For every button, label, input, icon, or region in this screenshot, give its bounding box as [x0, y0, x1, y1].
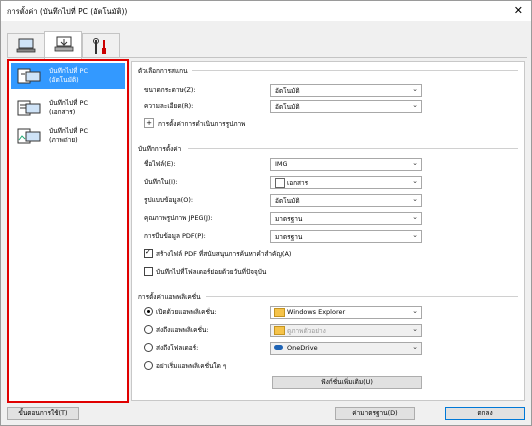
- onedrive-icon: [274, 345, 283, 350]
- jpeg-quality-label: คุณภาพรูปภาพ JPEG(J):: [144, 214, 213, 222]
- close-icon[interactable]: ✕: [514, 4, 523, 17]
- app-settings-heading: การตั้งค่าแอพพลิเคชั่น: [138, 293, 201, 301]
- chevron-down-icon: ⌄: [412, 85, 418, 93]
- data-format-label: รูปแบบข้อมูล(O):: [144, 196, 194, 204]
- jpeg-quality-select[interactable]: มาตรฐาน ⌄: [270, 212, 422, 225]
- section-divider: [192, 70, 518, 71]
- settings-window: การตั้งค่า (บันทึกไปที่ PC (อัตโนมัติ)) …: [0, 0, 532, 426]
- searchable-pdf-label: สร้างไฟล์ PDF ที่สนับสนุนการค้นหาคำสำคัญ…: [156, 250, 292, 258]
- open-with-app-value: Windows Explorer: [287, 308, 346, 316]
- document-icon: [275, 178, 285, 188]
- chevron-down-icon: ⌄: [412, 231, 418, 239]
- subfolder-date-checkbox[interactable]: [144, 267, 153, 276]
- defaults-button[interactable]: ค่ามาตรฐาน(D): [335, 407, 415, 420]
- resolution-label: ความละเอียด(R):: [144, 102, 194, 110]
- send-to-folder-label: ส่งถึงโฟลเดอร์:: [156, 344, 199, 352]
- ok-button[interactable]: ตกลง: [445, 407, 525, 420]
- tools-icon: [93, 38, 106, 54]
- sidebar-item-label: บันทึกไปที่ PC: [49, 127, 88, 135]
- chevron-down-icon: ⌄: [412, 159, 418, 167]
- pdf-compression-value: มาตรฐาน: [275, 233, 303, 241]
- pdf-compression-label: การบีบข้อมูล PDF(P):: [144, 232, 206, 240]
- filename-label: ชื่อไฟล์(E):: [144, 160, 176, 168]
- resolution-value: อัตโนมัติ: [275, 103, 300, 111]
- save-in-value: เอกสาร: [287, 179, 309, 187]
- send-to-app-radio[interactable]: [144, 325, 153, 334]
- tab-general-settings[interactable]: [82, 33, 120, 58]
- data-format-value: อัตโนมัติ: [275, 197, 300, 205]
- instructions-button[interactable]: ขั้นตอนการใช้(T): [7, 407, 79, 420]
- pdf-compression-select[interactable]: มาตรฐาน ⌄: [270, 230, 422, 243]
- sidebar-item-save-document[interactable]: บันทึกไปที่ PC (เอกสาร): [11, 95, 125, 121]
- sidebar-item-sublabel: (ภาพถ่าย): [49, 136, 78, 144]
- paper-size-label: ขนาดกระดาษ(Z):: [144, 86, 196, 94]
- sidebar-item-label: บันทึกไปที่ PC: [49, 99, 88, 107]
- paper-size-select[interactable]: อัตโนมัติ ⌄: [270, 84, 422, 97]
- chevron-down-icon: ⌄: [412, 195, 418, 203]
- chevron-down-icon: ⌄: [412, 177, 418, 185]
- save-settings-heading: บันทึกการตั้งค่า: [138, 145, 182, 153]
- send-to-folder-radio[interactable]: [144, 343, 153, 352]
- send-to-app-select[interactable]: ดูภาพตัวอย่าง ⌄: [270, 324, 422, 337]
- chevron-down-icon: ⌄: [412, 307, 418, 315]
- title-bar: การตั้งค่า (บันทึกไปที่ PC (อัตโนมัติ)) …: [1, 1, 531, 21]
- paper-size-value: อัตโนมัติ: [275, 87, 300, 95]
- chevron-down-icon: ⌄: [412, 343, 418, 351]
- scan-type-list: บันทึกไปที่ PC (อัตโนมัติ) บันทึกไปที่ P…: [7, 59, 129, 403]
- image-settings-label[interactable]: การตั้งค่าการดำเนินการรูปภาพ: [158, 119, 245, 129]
- save-to-pc-document-icon: [17, 100, 41, 116]
- scanner-to-computer-icon: [54, 36, 74, 52]
- open-with-app-label: เปิดด้วยแอพพลิเคชั่น:: [156, 308, 217, 316]
- section-divider: [188, 148, 518, 149]
- computer-icon: [16, 38, 36, 53]
- no-app-label: อย่าเริ่มแอพพลิเคชั่นใด ๆ: [156, 362, 227, 370]
- searchable-pdf-checkbox[interactable]: [144, 248, 153, 258]
- jpeg-quality-value: มาตรฐาน: [275, 215, 303, 223]
- scan-options-heading: ตัวเลือกการสแกน: [138, 67, 188, 75]
- open-with-app-radio[interactable]: [144, 307, 153, 316]
- sidebar-item-save-photo[interactable]: บันทึกไปที่ PC (ภาพถ่าย): [11, 123, 125, 149]
- filename-input[interactable]: IMG ⌄: [270, 158, 422, 171]
- chevron-down-icon: ⌄: [412, 213, 418, 221]
- folder-icon: [274, 308, 285, 317]
- send-to-folder-value: OneDrive: [287, 344, 318, 352]
- tab-scan-from-computer[interactable]: [7, 33, 45, 58]
- save-in-label: บันทึกใน(I):: [144, 178, 178, 186]
- chevron-down-icon: ⌄: [412, 325, 418, 333]
- save-in-select[interactable]: เอกสาร ⌄: [270, 176, 422, 189]
- open-with-app-select[interactable]: Windows Explorer ⌄: [270, 306, 422, 319]
- section-divider: [206, 296, 518, 297]
- no-app-radio[interactable]: [144, 361, 153, 370]
- window-title: การตั้งค่า (บันทึกไปที่ PC (อัตโนมัติ)): [7, 7, 128, 16]
- send-to-folder-select[interactable]: OneDrive ⌄: [270, 342, 422, 355]
- tab-divider: [7, 57, 527, 58]
- tab-scan-from-panel[interactable]: [44, 31, 82, 59]
- sidebar-item-save-auto[interactable]: บันทึกไปที่ PC (อัตโนมัติ): [11, 63, 125, 89]
- resolution-select[interactable]: อัตโนมัติ ⌄: [270, 100, 422, 113]
- chevron-down-icon: ⌄: [412, 101, 418, 109]
- more-functions-button[interactable]: ฟังก์ชั่นเพิ่มเติม(U): [272, 376, 422, 389]
- settings-panel: ตัวเลือกการสแกน ขนาดกระดาษ(Z): อัตโนมัติ…: [131, 61, 525, 401]
- filename-value: IMG: [275, 160, 288, 168]
- save-to-pc-auto-icon: [17, 68, 41, 84]
- send-to-app-value: ดูภาพตัวอย่าง: [287, 327, 326, 335]
- sidebar-item-sublabel: (เอกสาร): [49, 108, 76, 116]
- subfolder-date-label: บันทึกไปที่โฟลเดอร์ย่อยด้วยวันที่ปัจจุบั…: [156, 268, 267, 276]
- send-to-app-label: ส่งถึงแอพพลิเคชั่น:: [156, 326, 209, 334]
- save-to-pc-photo-icon: [17, 128, 41, 144]
- sidebar-item-sublabel: (อัตโนมัติ): [49, 76, 79, 84]
- folder-icon: [274, 326, 285, 335]
- expand-image-settings-icon[interactable]: +: [144, 118, 154, 128]
- sidebar-item-label: บันทึกไปที่ PC: [49, 67, 88, 75]
- data-format-select[interactable]: อัตโนมัติ ⌄: [270, 194, 422, 207]
